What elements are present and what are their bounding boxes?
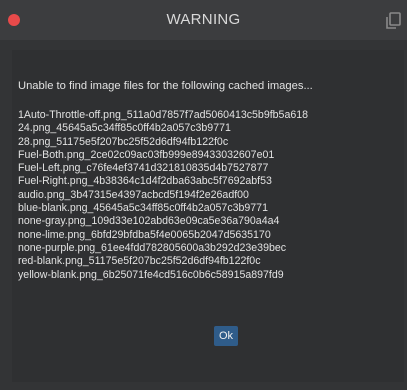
list-item: 28.png_51175e5f207bc25f52d6df94fb122f0c: [18, 135, 229, 148]
title-bar[interactable]: WARNING: [0, 0, 407, 40]
warning-message: Unable to find image files for the follo…: [18, 80, 313, 92]
copy-icon[interactable]: [383, 11, 403, 31]
window-title: WARNING: [166, 11, 241, 28]
warning-dialog-window: WARNING Unable to find image files for t…: [0, 0, 407, 390]
list-item: yellow-blank.png_6b25071fe4cd516c0b6c589…: [18, 268, 284, 281]
list-item: none-purple.png_61ee4fdd782805600a3b292d…: [18, 241, 287, 254]
list-item: red-blank.png_51175e5f207bc25f52d6df94fb…: [18, 255, 261, 268]
list-item: audio.png_3b47315e4397acbcd5f194f2e26adf…: [18, 188, 249, 201]
list-item: Fuel-Both.png_2ce02c09ac03fb999e89433032…: [18, 148, 275, 161]
list-item: none-lime.png_6bfd29bfdba5f4e0065b2047d5…: [18, 228, 271, 241]
list-item: 24.png_45645a5c34ff85c0ff4b2a057c3b9771: [18, 122, 231, 135]
list-item: 1Auto-Throttle-off.png_511a0d7857f7ad506…: [18, 109, 309, 121]
list-item: Fuel-Left.png_c76fe4ef3741d321810835d4b7…: [18, 162, 269, 175]
list-item: none-gray.png_109d33e102abd63e09ca5e36a7…: [18, 215, 280, 228]
list-item: Fuel-Right.png_4b38364c1d4f2dba63abc5f76…: [18, 175, 272, 188]
list-item: blue-blank.png_45645a5c34ff85c0ff4b2a057…: [18, 202, 268, 215]
missing-files-list: 1Auto-Throttle-off.png_511a0d7857f7ad506…: [18, 109, 403, 282]
ok-button[interactable]: Ok: [214, 326, 238, 346]
